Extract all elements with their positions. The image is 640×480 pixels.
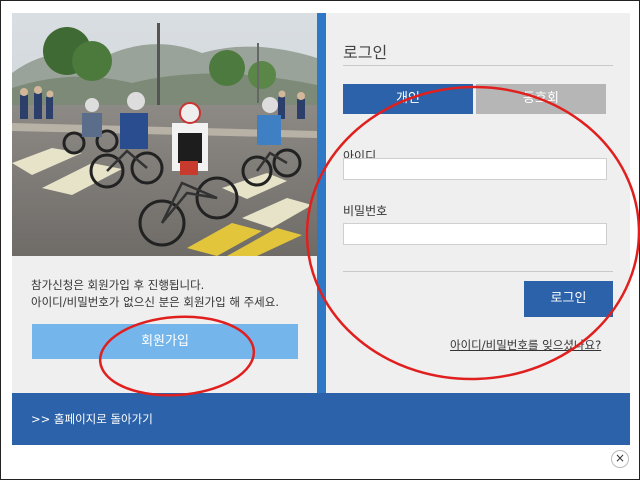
login-button[interactable]: 로그인 (524, 281, 613, 317)
back-to-homepage-link[interactable]: >> 홈페이지로 돌아가기 (31, 411, 153, 427)
close-icon[interactable]: × (611, 450, 629, 468)
signup-notice-line-2: 아이디/비밀번호가 없으신 분은 회원가입 해 주세요. (31, 295, 279, 309)
cycling-event-photo (12, 13, 317, 256)
tab-club[interactable]: 동호회 (476, 84, 606, 114)
id-input[interactable] (343, 158, 607, 180)
panel-divider (317, 13, 326, 393)
password-input[interactable] (343, 223, 607, 245)
form-divider (343, 271, 613, 272)
signup-notice-line-1: 참가신청은 회원가입 후 진행됩니다. (31, 278, 205, 292)
login-modal: 참가신청은 회원가입 후 진행됩니다. 아이디/비밀번호가 없으신 분은 회원가… (0, 0, 640, 480)
signup-panel: 참가신청은 회원가입 후 진행됩니다. 아이디/비밀번호가 없으신 분은 회원가… (12, 13, 317, 393)
login-title: 로그인 (343, 43, 388, 62)
footer-bar: >> 홈페이지로 돌아가기 (12, 393, 630, 445)
tab-personal[interactable]: 개인 (343, 84, 473, 114)
signup-button[interactable]: 회원가입 (32, 324, 298, 359)
password-label: 비밀번호 (343, 204, 388, 218)
title-divider (343, 65, 613, 66)
forgot-credentials-link[interactable]: 아이디/비밀번호를 잊으셨나요? (450, 337, 601, 353)
login-panel: 로그인 개인 동호회 아이디 비밀번호 로그인 아이디/비밀번호를 잊으셨나요? (326, 13, 630, 393)
